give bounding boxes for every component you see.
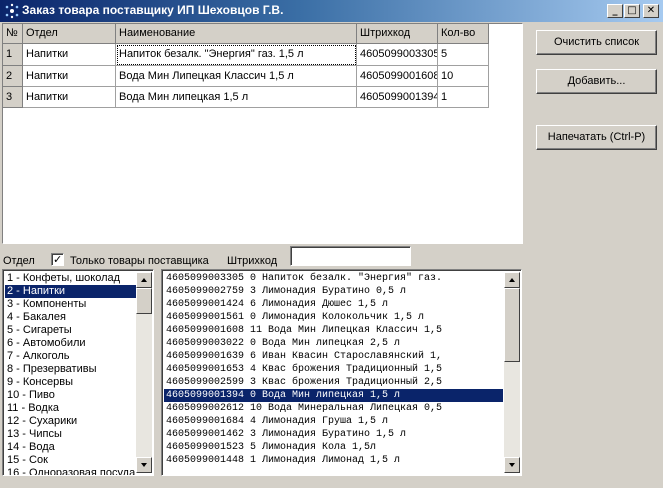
column-header-barcode[interactable]: Штрихкод xyxy=(357,24,438,44)
cell-qty[interactable]: 10 xyxy=(438,66,489,87)
list-item[interactable]: 1 - Конфеты, шоколад xyxy=(5,272,137,285)
list-item[interactable]: 4605099002759 3 Лимонадия Буратино 0,5 л xyxy=(164,285,503,298)
cell-barcode[interactable]: 4605099003305 xyxy=(357,44,438,66)
list-item[interactable]: 16 - Одноразовая посуда xyxy=(5,467,137,475)
product-list[interactable]: 4605099003305 0 Напиток безалк. "Энергия… xyxy=(161,269,522,476)
list-item[interactable]: 4605099001561 0 Лимонадия Колокольчик 1,… xyxy=(164,311,503,324)
scroll-up-button[interactable] xyxy=(136,272,152,288)
cell-dept[interactable]: Напитки xyxy=(23,87,116,108)
list-item[interactable]: 4605099001684 4 Лимонадия Груша 1,5 л xyxy=(164,415,503,428)
list-item[interactable]: 10 - Пиво xyxy=(5,389,137,402)
row-number[interactable]: 1 xyxy=(3,44,23,66)
scroll-down-icon xyxy=(141,463,147,467)
column-header-dept[interactable]: Отдел xyxy=(23,24,116,44)
maximize-icon: □ xyxy=(627,5,637,16)
list-item[interactable]: 9 - Консервы xyxy=(5,376,137,389)
column-header-qty[interactable]: Кол-во xyxy=(438,24,489,44)
department-list[interactable]: 1 - Конфеты, шоколад 2 - Напитки 3 - Ком… xyxy=(2,269,154,476)
list-item[interactable]: 5 - Сигареты xyxy=(5,324,137,337)
title-bar[interactable]: Заказ товара поставщику ИП Шеховцов Г.В.… xyxy=(0,0,663,22)
list-item[interactable]: 4605099001462 3 Лимонадия Буратино 1,5 л xyxy=(164,428,503,441)
only-supplier-label[interactable]: Только товары поставщика xyxy=(70,255,209,267)
list-item[interactable]: 15 - Сок xyxy=(5,454,137,467)
product-list-scrollbar[interactable] xyxy=(504,272,520,473)
cell-name[interactable]: Вода Мин Липецкая Классич 1,5 л xyxy=(116,66,357,87)
order-grid[interactable]: № Отдел Наименование Штрихкод Кол-во 1 Н… xyxy=(2,23,523,244)
list-item[interactable]: 3 - Компоненты xyxy=(5,298,137,311)
scroll-down-button[interactable] xyxy=(136,457,152,473)
maximize-button[interactable]: □ xyxy=(624,4,640,18)
cell-qty[interactable]: 1 xyxy=(438,87,489,108)
list-item[interactable]: 7 - Алкоголь xyxy=(5,350,137,363)
list-item[interactable]: 4605099003022 0 Вода Мин липецкая 2,5 л xyxy=(164,337,503,350)
dept-label: Отдел xyxy=(3,255,35,267)
list-item-selected[interactable]: 2 - Напитки xyxy=(5,285,137,298)
scroll-up-icon xyxy=(509,278,515,282)
app-icon xyxy=(5,3,19,19)
list-item[interactable]: 11 - Водка xyxy=(5,402,137,415)
barcode-input[interactable] xyxy=(290,246,411,266)
barcode-label: Штрихкод xyxy=(227,255,278,267)
column-header-name[interactable]: Наименование xyxy=(116,24,357,44)
add-button[interactable]: Добавить... xyxy=(536,69,657,94)
clear-list-button[interactable]: Очистить список xyxy=(536,30,657,55)
scroll-down-button[interactable] xyxy=(504,457,520,473)
list-item[interactable]: 4605099001608 11 Вода Мин Липецкая Класс… xyxy=(164,324,503,337)
list-item[interactable]: 4605099002612 10 Вода Минеральная Липецк… xyxy=(164,402,503,415)
scroll-up-icon xyxy=(141,278,147,282)
list-item[interactable]: 4 - Бакалея xyxy=(5,311,137,324)
scroll-down-icon xyxy=(509,463,515,467)
list-item[interactable]: 4605099001653 4 Квас брожения Традиционн… xyxy=(164,363,503,376)
cell-name[interactable]: Напиток безалк. "Энергия" газ. 1,5 л xyxy=(116,44,357,66)
column-header-num[interactable]: № xyxy=(3,24,23,44)
only-supplier-checkbox[interactable]: ✓ xyxy=(51,253,64,266)
list-item[interactable]: 6 - Автомобили xyxy=(5,337,137,350)
list-item[interactable]: 4605099001639 6 Иван Квасин Старославянс… xyxy=(164,350,503,363)
minimize-icon: _ xyxy=(612,5,618,16)
list-item[interactable]: 13 - Чипсы xyxy=(5,428,137,441)
list-item[interactable]: 4605099003305 0 Напиток безалк. "Энергия… xyxy=(164,272,503,285)
close-button[interactable]: ✕ xyxy=(643,4,659,18)
row-number[interactable]: 2 xyxy=(3,66,23,87)
print-button[interactable]: Напечатать (Ctrl-P) xyxy=(536,125,657,150)
department-list-scrollbar[interactable] xyxy=(136,272,152,473)
close-icon: ✕ xyxy=(646,5,656,16)
cell-dept[interactable]: Напитки xyxy=(23,44,116,66)
scroll-thumb[interactable] xyxy=(504,288,520,362)
row-number[interactable]: 3 xyxy=(3,87,23,108)
checkmark-icon: ✓ xyxy=(53,253,63,266)
list-item[interactable]: 8 - Презервативы xyxy=(5,363,137,376)
list-item-selected[interactable]: 4605099001394 0 Вода Мин липецкая 1,5 л xyxy=(164,389,503,402)
list-item[interactable]: 14 - Вода xyxy=(5,441,137,454)
scroll-up-button[interactable] xyxy=(504,272,520,288)
cell-qty[interactable]: 5 xyxy=(438,44,489,66)
scroll-thumb[interactable] xyxy=(136,288,152,314)
window-title: Заказ товара поставщику ИП Шеховцов Г.В. xyxy=(22,3,284,17)
cell-barcode[interactable]: 4605099001608 xyxy=(357,66,438,87)
minimize-button[interactable]: _ xyxy=(607,4,623,18)
list-item[interactable]: 12 - Сухарики xyxy=(5,415,137,428)
list-item[interactable]: 4605099001523 5 Лимонадия Кола 1,5л xyxy=(164,441,503,454)
list-item[interactable]: 4605099002599 3 Квас брожения Традиционн… xyxy=(164,376,503,389)
cell-barcode[interactable]: 4605099001394 xyxy=(357,87,438,108)
cell-dept[interactable]: Напитки xyxy=(23,66,116,87)
cell-name[interactable]: Вода Мин липецкая 1,5 л xyxy=(116,87,357,108)
list-item[interactable]: 4605099001424 6 Лимонадия Дюшес 1,5 л xyxy=(164,298,503,311)
list-item[interactable]: 4605099001448 1 Лимонадия Лимонад 1,5 л xyxy=(164,454,503,467)
main-window: Заказ товара поставщику ИП Шеховцов Г.В.… xyxy=(0,0,663,488)
